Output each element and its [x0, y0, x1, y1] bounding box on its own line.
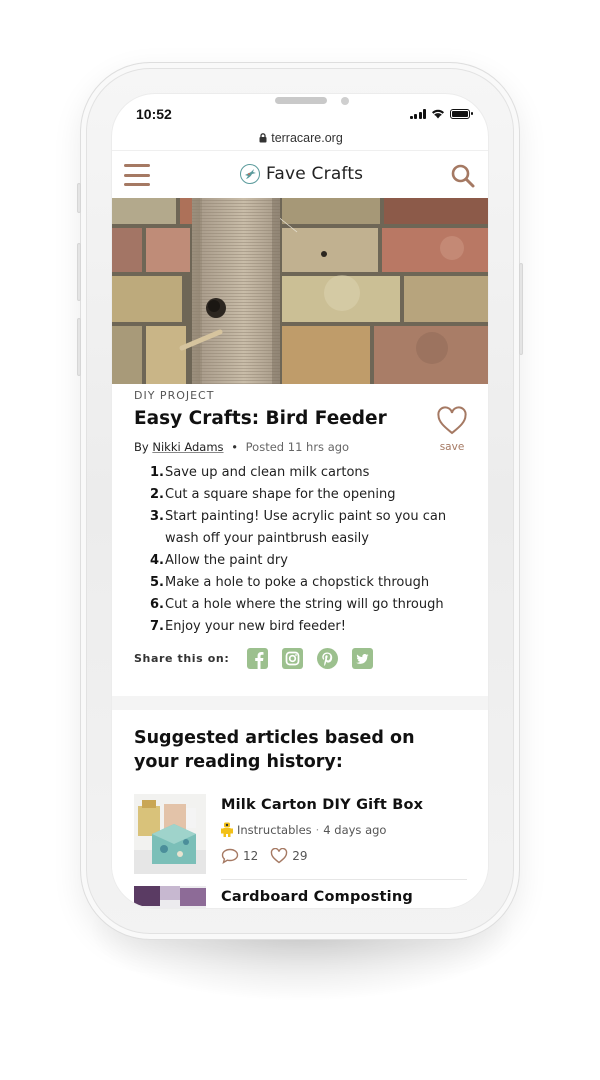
twitter-icon[interactable] — [352, 648, 374, 669]
posted-time: Posted 11 hrs ago — [245, 440, 350, 454]
phone-screen: 10:52 terracare.org Fave Crafts DIY PROJ… — [111, 93, 489, 909]
cellular-signal-icon — [409, 108, 426, 119]
suggested-article-card[interactable]: Milk Carton DIY Gift Box Instructables ·… — [134, 794, 468, 884]
suggested-article-stats: 12 29 — [221, 848, 308, 864]
url-text: terracare.org — [271, 131, 343, 145]
step-item: Make a hole to poke a chopstick through — [150, 572, 430, 594]
lock-icon — [259, 133, 267, 143]
suggested-article-card[interactable]: Cardboard Composting — [134, 886, 468, 908]
brand[interactable]: Fave Crafts — [240, 164, 363, 184]
article-thumbnail — [134, 886, 206, 908]
browser-url-bar[interactable]: terracare.org — [112, 128, 488, 148]
step-item: Start painting! Use acrylic paint so you… — [150, 506, 447, 546]
step-item: Save up and clean milk cartons — [150, 462, 370, 484]
pinterest-icon[interactable] — [317, 648, 339, 669]
instagram-icon[interactable] — [282, 648, 304, 669]
card-divider — [221, 879, 467, 880]
suggested-article-title[interactable]: Milk Carton DIY Gift Box — [221, 797, 423, 813]
article-age: 4 days ago — [323, 822, 387, 837]
heart-icon[interactable] — [270, 848, 288, 864]
byline-separator: • — [231, 440, 238, 454]
app-header: Fave Crafts — [112, 150, 488, 198]
article: DIY PROJECT Easy Crafts: Bird Feeder By … — [112, 384, 488, 696]
step-item: Allow the paint dry — [150, 550, 288, 572]
save-button[interactable]: save — [432, 406, 472, 453]
hero-image-bird-feeder — [112, 198, 488, 384]
article-byline: By Nikki Adams • Posted 11 hrs ago — [134, 440, 349, 454]
speaker-grille — [275, 97, 327, 104]
section-divider — [112, 696, 488, 710]
share-bar: Share this on: — [134, 648, 387, 669]
byline-by: By — [134, 440, 149, 454]
article-thumbnail — [134, 794, 206, 874]
article-title: Easy Crafts: Bird Feeder — [134, 408, 387, 429]
power-button — [519, 263, 523, 355]
volume-up-button — [77, 243, 81, 301]
suggested-article-meta: Instructables · 4 days ago — [221, 822, 386, 837]
like-count: 29 — [292, 849, 308, 863]
comment-count: 12 — [243, 849, 259, 863]
suggested-heading: Suggested articles based on your reading… — [134, 728, 415, 772]
step-item: Cut a hole where the string will go thro… — [150, 594, 444, 616]
heart-icon — [437, 406, 467, 435]
author-link[interactable]: Nikki Adams — [152, 440, 223, 454]
article-category: DIY PROJECT — [134, 389, 215, 402]
status-time: 10:52 — [136, 106, 172, 122]
battery-icon — [450, 108, 473, 119]
mute-switch — [77, 183, 81, 213]
wifi-icon — [432, 109, 444, 119]
meta-separator: · — [315, 822, 320, 837]
front-camera — [341, 97, 349, 105]
suggested-articles: Suggested articles based on your reading… — [112, 710, 488, 908]
volume-down-button — [77, 318, 81, 376]
step-item: Enjoy your new bird feeder! — [150, 616, 346, 638]
search-icon[interactable] — [450, 163, 476, 189]
step-item: Cut a square shape for the opening — [150, 484, 396, 506]
instructables-robot-icon — [221, 822, 233, 837]
suggested-article-title[interactable]: Cardboard Composting — [221, 889, 413, 905]
hummingbird-logo-icon — [240, 164, 260, 184]
hamburger-icon[interactable] — [124, 164, 150, 186]
facebook-icon[interactable] — [247, 648, 269, 669]
article-source: Instructables — [237, 822, 312, 837]
save-label: save — [439, 441, 465, 453]
share-label: Share this on: — [134, 652, 230, 665]
brand-name: Fave Crafts — [266, 164, 364, 184]
status-icons — [409, 108, 473, 119]
instruction-steps: Save up and clean milk cartons Cut a squ… — [150, 462, 470, 638]
comment-icon[interactable] — [221, 848, 239, 864]
